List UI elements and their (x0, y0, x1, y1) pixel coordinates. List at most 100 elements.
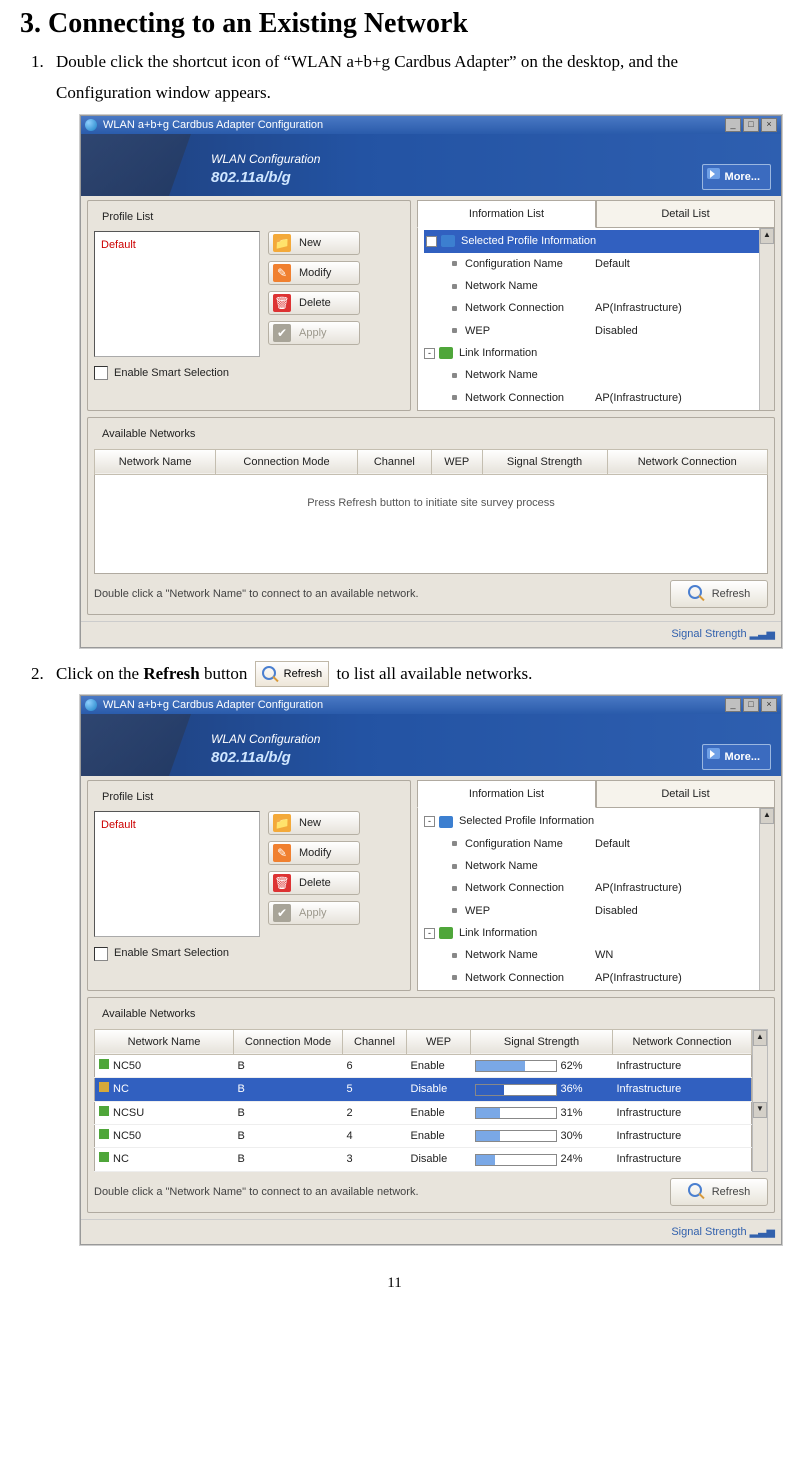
banner-graphic (81, 134, 191, 196)
cell-mode: B (234, 1055, 343, 1078)
cell-mode: B (234, 1125, 343, 1148)
smart-selection-checkbox[interactable]: Enable Smart Selection (94, 943, 404, 963)
status-bar: Signal Strength ▂▃▅ (81, 1219, 781, 1244)
profile-listbox[interactable]: Default (94, 231, 260, 357)
col-wep[interactable]: WEP (407, 1029, 471, 1054)
step-2-text-c: button (200, 664, 252, 683)
col-network-name[interactable]: Network Name (95, 1029, 234, 1054)
tree-row: SecurityNone (452, 989, 772, 991)
delete-button[interactable]: 🗑Delete (268, 291, 360, 315)
refresh-button[interactable]: Refresh (670, 580, 768, 608)
arrow-icon (707, 748, 720, 759)
bullet-icon (452, 886, 457, 891)
new-button[interactable]: 📁New (268, 231, 360, 255)
networks-table: Network Name Connection Mode Channel WEP… (94, 1029, 752, 1172)
tree-key: Configuration Name (465, 254, 595, 274)
more-label: More... (725, 751, 760, 763)
col-connection-mode[interactable]: Connection Mode (234, 1029, 343, 1054)
window-title: WLAN a+b+g Cardbus Adapter Configuration (103, 115, 323, 135)
available-networks-group: Available Networks Network Name Connecti… (87, 417, 775, 615)
info-tree: -Selected Profile Information Configurat… (417, 808, 775, 991)
minimize-button[interactable]: _ (725, 118, 741, 132)
delete-button[interactable]: 🗑Delete (268, 871, 360, 895)
checkbox-icon (94, 366, 108, 380)
maximize-button[interactable]: □ (743, 118, 759, 132)
table-row-selected[interactable]: NC B 5 Disable 36% Infrastructure (95, 1078, 752, 1101)
scroll-up-icon[interactable]: ▲ (760, 228, 774, 244)
scrollbar[interactable]: ▲ (759, 808, 774, 990)
check-icon: ✔ (273, 904, 291, 922)
tree-val: Default (595, 834, 630, 854)
col-network-connection[interactable]: Network Connection (607, 449, 767, 474)
info-panel: Information List Detail List -Selected P… (417, 780, 775, 991)
profile-list-group: Profile List Default 📁New ✎Modify 🗑Delet… (87, 200, 411, 411)
col-connection-mode[interactable]: Connection Mode (216, 449, 357, 474)
profile-icon (439, 816, 453, 828)
profile-item-default[interactable]: Default (97, 814, 257, 836)
new-button[interactable]: 📁New (268, 811, 360, 835)
profile-list-label: Profile List (98, 207, 157, 227)
col-network-connection[interactable]: Network Connection (613, 1029, 752, 1054)
tree-key: Security (465, 990, 595, 991)
col-signal-strength[interactable]: Signal Strength (471, 1029, 613, 1054)
col-channel[interactable]: Channel (343, 1029, 407, 1054)
tree-row: Network Name (452, 275, 772, 297)
collapse-icon[interactable]: - (424, 348, 435, 359)
table-row[interactable]: NC50 B 4 Enable 30% Infrastructure (95, 1125, 752, 1148)
col-signal-strength[interactable]: Signal Strength (482, 449, 607, 474)
cell-conn: Infrastructure (613, 1101, 752, 1124)
cell-conn: Infrastructure (613, 1148, 752, 1171)
tree-row: Network Name (452, 364, 772, 386)
scroll-up-icon[interactable]: ▲ (753, 1030, 767, 1046)
table-row[interactable]: NC B 3 Disable 24% Infrastructure (95, 1148, 752, 1171)
table-row[interactable]: NCSU B 2 Enable 31% Infrastructure (95, 1101, 752, 1124)
col-network-name[interactable]: Network Name (95, 449, 216, 474)
tab-detail-list[interactable]: Detail List (596, 200, 775, 228)
col-wep[interactable]: WEP (431, 449, 482, 474)
minimize-button[interactable]: _ (725, 698, 741, 712)
tree-header-link-label: Link Information (459, 923, 537, 943)
collapse-icon[interactable]: - (424, 816, 435, 827)
close-button[interactable]: × (761, 118, 777, 132)
window-titlebar: WLAN a+b+g Cardbus Adapter Configuration… (81, 696, 781, 714)
collapse-icon[interactable]: - (424, 928, 435, 939)
page-number: 11 (20, 1275, 769, 1292)
tab-detail-list[interactable]: Detail List (596, 780, 775, 808)
tree-row: Network Name (452, 855, 772, 877)
tree-header-link: - Link Information (424, 922, 772, 944)
scrollbar[interactable]: ▲ (759, 228, 774, 410)
tree-key: Network Connection (465, 878, 595, 898)
double-click-hint: Double click a "Network Name" to connect… (94, 1182, 419, 1202)
smart-selection-checkbox[interactable]: Enable Smart Selection (94, 363, 404, 383)
cell-channel: 5 (343, 1078, 407, 1101)
refresh-label: Refresh (712, 584, 751, 604)
bullet-icon (452, 841, 457, 846)
cell-signal: 62% (561, 1056, 583, 1076)
modify-button[interactable]: ✎Modify (268, 261, 360, 285)
modify-button[interactable]: ✎Modify (268, 841, 360, 865)
edit-icon: ✎ (273, 264, 291, 282)
step-2: Click on the Refresh button Refresh to l… (48, 658, 769, 1246)
profile-item-default[interactable]: Default (97, 234, 257, 256)
tree-key: Network Name (465, 276, 595, 296)
grid-scrollbar[interactable]: ▲ ▼ (752, 1029, 768, 1172)
maximize-button[interactable]: □ (743, 698, 759, 712)
more-button[interactable]: More... (702, 744, 771, 770)
tree-row: Network NameWN (452, 944, 772, 966)
table-row[interactable]: NC50 B 6 Enable 62% Infrastructure (95, 1055, 752, 1078)
magnify-icon (262, 666, 278, 682)
scroll-down-icon[interactable]: ▼ (753, 1102, 767, 1118)
bullet-icon (452, 864, 457, 869)
trash-icon: 🗑 (273, 294, 291, 312)
tab-information-list[interactable]: Information List (417, 200, 596, 228)
profile-listbox[interactable]: Default (94, 811, 260, 937)
tab-information-list[interactable]: Information List (417, 780, 596, 808)
collapse-icon[interactable]: - (426, 236, 437, 247)
refresh-button[interactable]: Refresh (670, 1178, 768, 1206)
col-channel[interactable]: Channel (357, 449, 431, 474)
magnify-icon (688, 1183, 706, 1201)
more-button[interactable]: More... (702, 164, 771, 190)
close-button[interactable]: × (761, 698, 777, 712)
scroll-up-icon[interactable]: ▲ (760, 808, 774, 824)
cell-conn: Infrastructure (613, 1055, 752, 1078)
